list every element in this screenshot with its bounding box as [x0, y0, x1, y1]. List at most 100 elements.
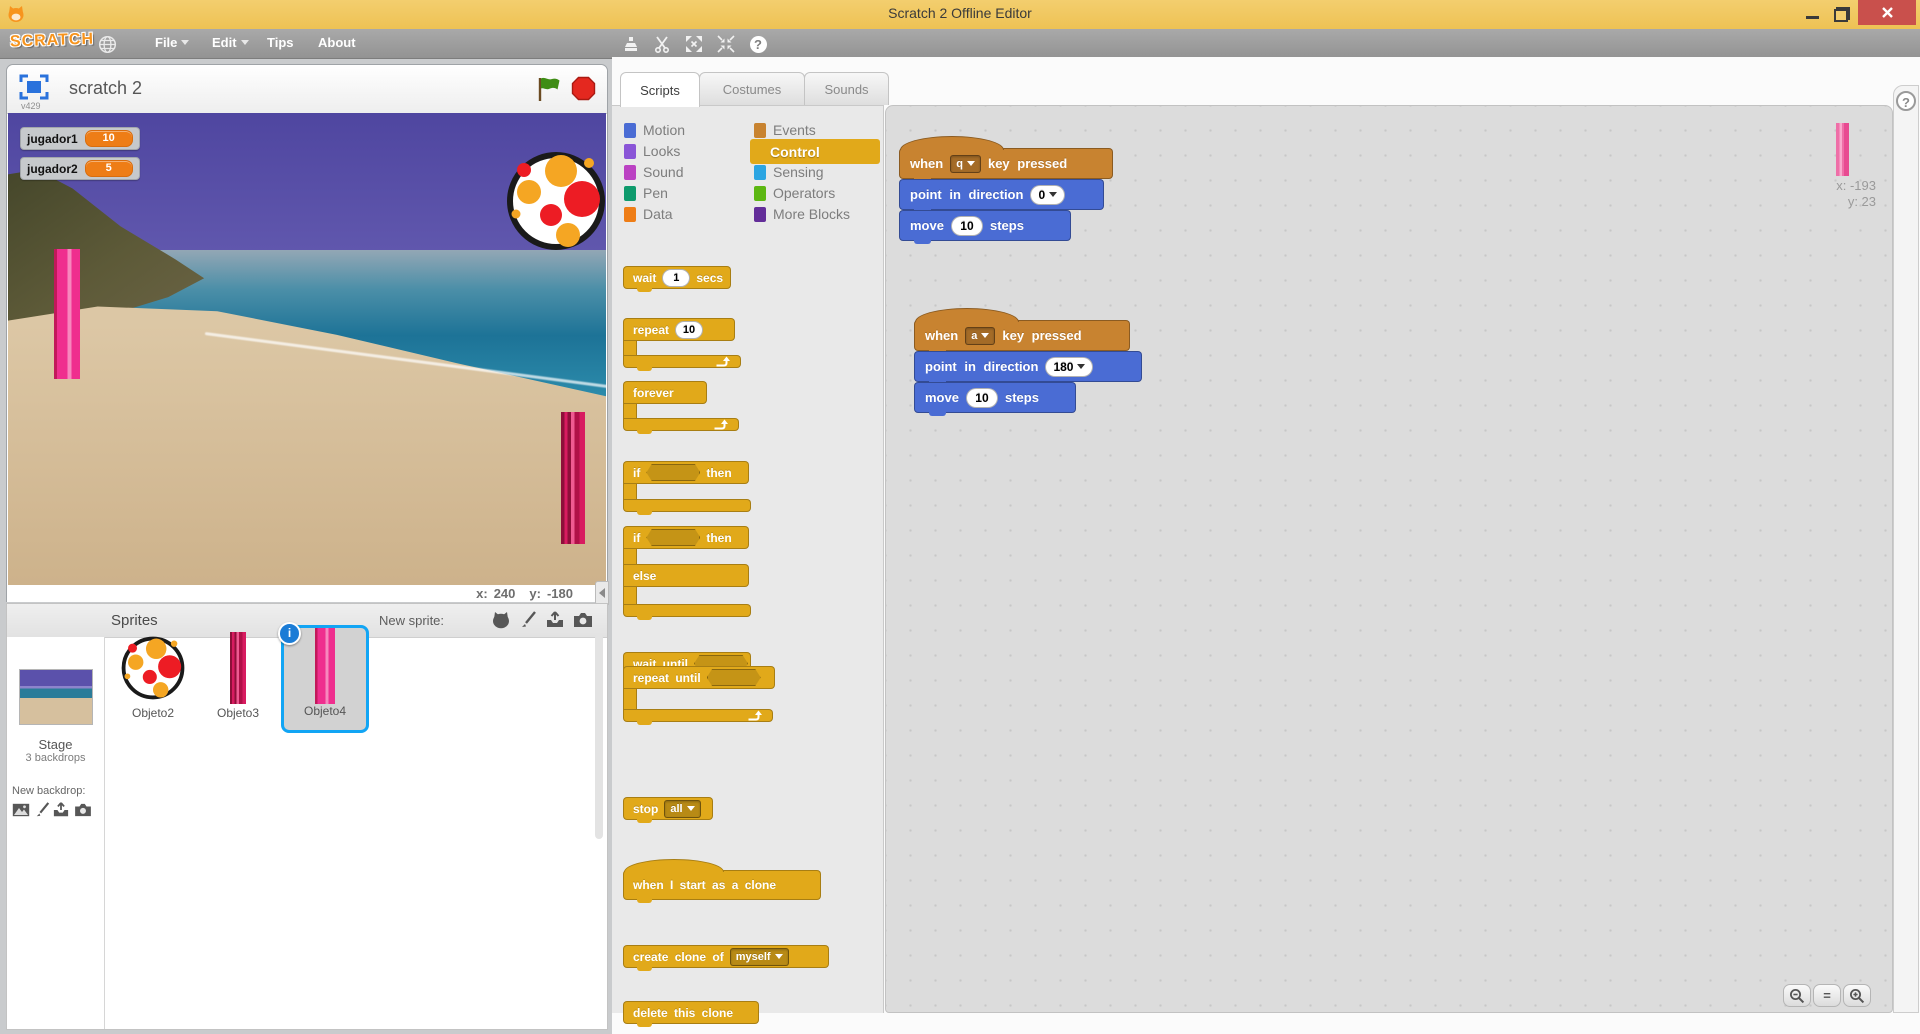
- sprite-name: Objeto3: [217, 706, 259, 720]
- sprites-scrollbar[interactable]: [595, 634, 603, 839]
- category-swatch: [754, 165, 766, 180]
- close-button[interactable]: [1858, 0, 1916, 25]
- new-sprite-library-icon[interactable]: [489, 610, 513, 630]
- upload-backdrop-icon[interactable]: [51, 801, 71, 819]
- zoom-out-icon: [1789, 988, 1805, 1004]
- fullscreen-icon[interactable]: [19, 74, 49, 100]
- camera-sprite-icon[interactable]: [571, 610, 595, 630]
- sprite-name: Objeto4: [304, 704, 346, 718]
- script2-point-in-direction[interactable]: point in direction180: [914, 351, 1142, 382]
- camera-backdrop-icon[interactable]: [73, 801, 93, 819]
- category-swatch: [754, 123, 766, 138]
- tab-sounds[interactable]: Sounds: [804, 72, 889, 105]
- category-control-selected[interactable]: Control: [750, 139, 880, 164]
- category-sound[interactable]: Sound: [624, 162, 683, 182]
- window-title: Scratch 2 Offline Editor: [0, 5, 1920, 21]
- category-sensing[interactable]: Sensing: [754, 162, 824, 182]
- variable-jugador2[interactable]: jugador2 5: [20, 157, 140, 180]
- menu-about[interactable]: About: [318, 35, 356, 50]
- block-create-clone[interactable]: create clone ofmyself: [623, 945, 829, 968]
- stop-button[interactable]: [571, 76, 596, 101]
- category-looks[interactable]: Looks: [624, 141, 680, 161]
- script1-point-in-direction[interactable]: point in direction0: [899, 179, 1104, 210]
- grow-sprite-icon[interactable]: [683, 34, 705, 54]
- direction-dropdown[interactable]: 180: [1045, 357, 1093, 377]
- category-pen[interactable]: Pen: [624, 183, 668, 203]
- block-help-icon[interactable]: ?: [747, 34, 769, 54]
- restore-button[interactable]: [1830, 0, 1856, 26]
- sprite-info-button[interactable]: i: [278, 622, 301, 645]
- sprite-card-objeto2[interactable]: Objeto2: [111, 630, 195, 730]
- boolean-slot[interactable]: [707, 669, 761, 686]
- script2-move-steps[interactable]: move10steps: [914, 382, 1076, 413]
- upload-sprite-icon[interactable]: [543, 610, 567, 630]
- block-wait-secs[interactable]: wait1secs: [623, 266, 731, 289]
- category-swatch: [754, 207, 766, 222]
- block-delete-clone[interactable]: delete this clone: [623, 1001, 759, 1024]
- variable-jugador1[interactable]: jugador1 10: [20, 127, 140, 150]
- project-title[interactable]: scratch 2: [69, 78, 142, 99]
- stage-panel: v429 scratch 2: [6, 64, 608, 602]
- sprite-ball[interactable]: [506, 151, 606, 251]
- active-sprite-thumbnail: [1836, 123, 1849, 176]
- shrink-sprite-icon[interactable]: [715, 34, 737, 54]
- boolean-slot[interactable]: [646, 464, 700, 481]
- chevron-down-icon: [967, 161, 975, 166]
- stage-thumbnail[interactable]: [19, 669, 93, 725]
- script2-when-key-pressed[interactable]: whenakey pressed: [914, 320, 1130, 351]
- stage-viewport[interactable]: jugador1 10 jugador2 5: [8, 113, 606, 585]
- stop-dropdown[interactable]: all: [664, 800, 700, 818]
- chevron-left-icon: [599, 588, 605, 598]
- duplicate-stamp-icon[interactable]: [620, 34, 642, 54]
- menu-file[interactable]: File: [155, 35, 189, 50]
- collapse-stage-button[interactable]: [595, 581, 609, 605]
- category-events[interactable]: Events: [754, 120, 816, 140]
- script1-move-steps[interactable]: move10steps: [899, 210, 1071, 241]
- green-flag-button[interactable]: [535, 75, 563, 103]
- menu-edit[interactable]: Edit: [212, 35, 249, 50]
- backdrop-count: 3 backdrops: [7, 752, 104, 764]
- backdrop-library-icon[interactable]: [11, 801, 31, 819]
- key-dropdown[interactable]: a: [965, 327, 995, 345]
- zoom-reset-button[interactable]: =: [1813, 984, 1841, 1007]
- block-forever[interactable]: forever: [623, 381, 739, 431]
- tab-scripts[interactable]: Scripts: [620, 72, 700, 107]
- language-globe-icon[interactable]: [96, 34, 118, 54]
- script1-when-key-pressed[interactable]: whenqkey pressed: [899, 148, 1113, 179]
- zoom-out-button[interactable]: [1783, 984, 1811, 1007]
- category-more-blocks[interactable]: More Blocks: [754, 204, 850, 224]
- block-repeat[interactable]: repeat10: [623, 318, 741, 368]
- block-stop-all[interactable]: stopall: [623, 797, 713, 820]
- clone-target-dropdown[interactable]: myself: [730, 948, 789, 966]
- category-data[interactable]: Data: [624, 204, 673, 224]
- zoom-in-button[interactable]: [1843, 984, 1871, 1007]
- sprite-pink-bar-right[interactable]: [561, 412, 585, 544]
- delete-scissors-icon[interactable]: [651, 34, 673, 54]
- menu-tips[interactable]: Tips: [267, 35, 294, 50]
- title-bar: Scratch 2 Offline Editor: [0, 0, 1920, 30]
- block-when-start-as-clone[interactable]: when I start as a clone: [623, 870, 821, 900]
- block-if-then-else[interactable]: ifthen else: [623, 526, 751, 617]
- sprite-card-objeto3[interactable]: Objeto3: [196, 630, 280, 730]
- paint-new-sprite-icon[interactable]: [517, 610, 541, 630]
- tab-costumes[interactable]: Costumes: [699, 72, 805, 105]
- block-repeat-until[interactable]: repeat until: [623, 666, 775, 722]
- sprite-card-objeto4-selected[interactable]: i Objeto4: [281, 625, 369, 733]
- paint-backdrop-icon[interactable]: [33, 801, 53, 819]
- sprite-pink-bar-left[interactable]: [54, 249, 80, 379]
- sprites-title: Sprites: [111, 612, 158, 629]
- category-operators[interactable]: Operators: [754, 183, 835, 203]
- steps-input[interactable]: 10: [951, 216, 983, 236]
- block-if-then[interactable]: ifthen: [623, 461, 751, 512]
- key-dropdown[interactable]: q: [950, 155, 981, 173]
- help-button[interactable]: ?: [1896, 91, 1916, 111]
- boolean-slot[interactable]: [646, 529, 700, 546]
- category-swatch: [624, 186, 636, 201]
- scratch-logo[interactable]: SCRATCH: [10, 31, 95, 52]
- minimize-button[interactable]: [1798, 0, 1826, 26]
- direction-dropdown[interactable]: 0: [1030, 185, 1065, 205]
- scripts-workspace[interactable]: whenqkey pressed point in direction0 mov…: [885, 105, 1893, 1013]
- mouse-y-readout: y:-180: [529, 586, 573, 601]
- category-motion[interactable]: Motion: [624, 120, 685, 140]
- steps-input[interactable]: 10: [966, 388, 998, 408]
